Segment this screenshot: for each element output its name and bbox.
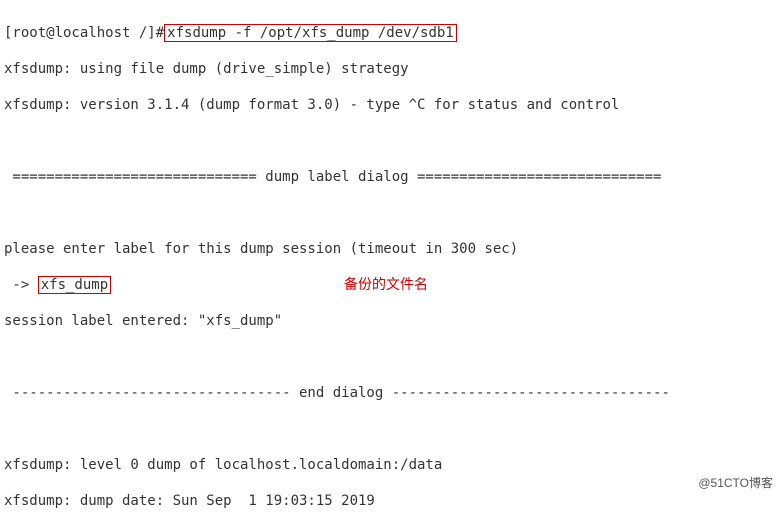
input-arrow: -> — [4, 277, 38, 293]
section-header: --------------------------------- end di… — [4, 384, 775, 402]
output-line: xfsdump: dump date: Sun Sep 1 19:03:15 2… — [4, 492, 775, 510]
annotation-filename: 备份的文件名 — [344, 276, 428, 294]
shell-prompt: [root@localhost /]# — [4, 25, 164, 41]
blank-line — [4, 132, 775, 150]
output-line: xfsdump: using file dump (drive_simple) … — [4, 60, 775, 78]
blank-line — [4, 204, 775, 222]
terminal-output: [root@localhost /]#xfsdump -f /opt/xfs_d… — [0, 0, 779, 516]
output-line: session label entered: "xfs_dump" — [4, 312, 775, 330]
input-highlight[interactable]: xfs_dump — [38, 276, 111, 294]
blank-line — [4, 348, 775, 366]
prompt-line: [root@localhost /]#xfsdump -f /opt/xfs_d… — [4, 24, 775, 42]
watermark: @51CTO博客 — [698, 474, 773, 492]
output-line: please enter label for this dump session… — [4, 240, 775, 258]
blank-line — [4, 420, 775, 438]
output-line: xfsdump: version 3.1.4 (dump format 3.0)… — [4, 96, 775, 114]
input-line: -> xfs_dump 备份的文件名 — [4, 276, 775, 294]
command-highlight: xfsdump -f /opt/xfs_dump /dev/sdb1 — [164, 24, 457, 42]
output-line: xfsdump: level 0 dump of localhost.local… — [4, 456, 775, 474]
section-header: ============================= dump label… — [4, 168, 775, 186]
